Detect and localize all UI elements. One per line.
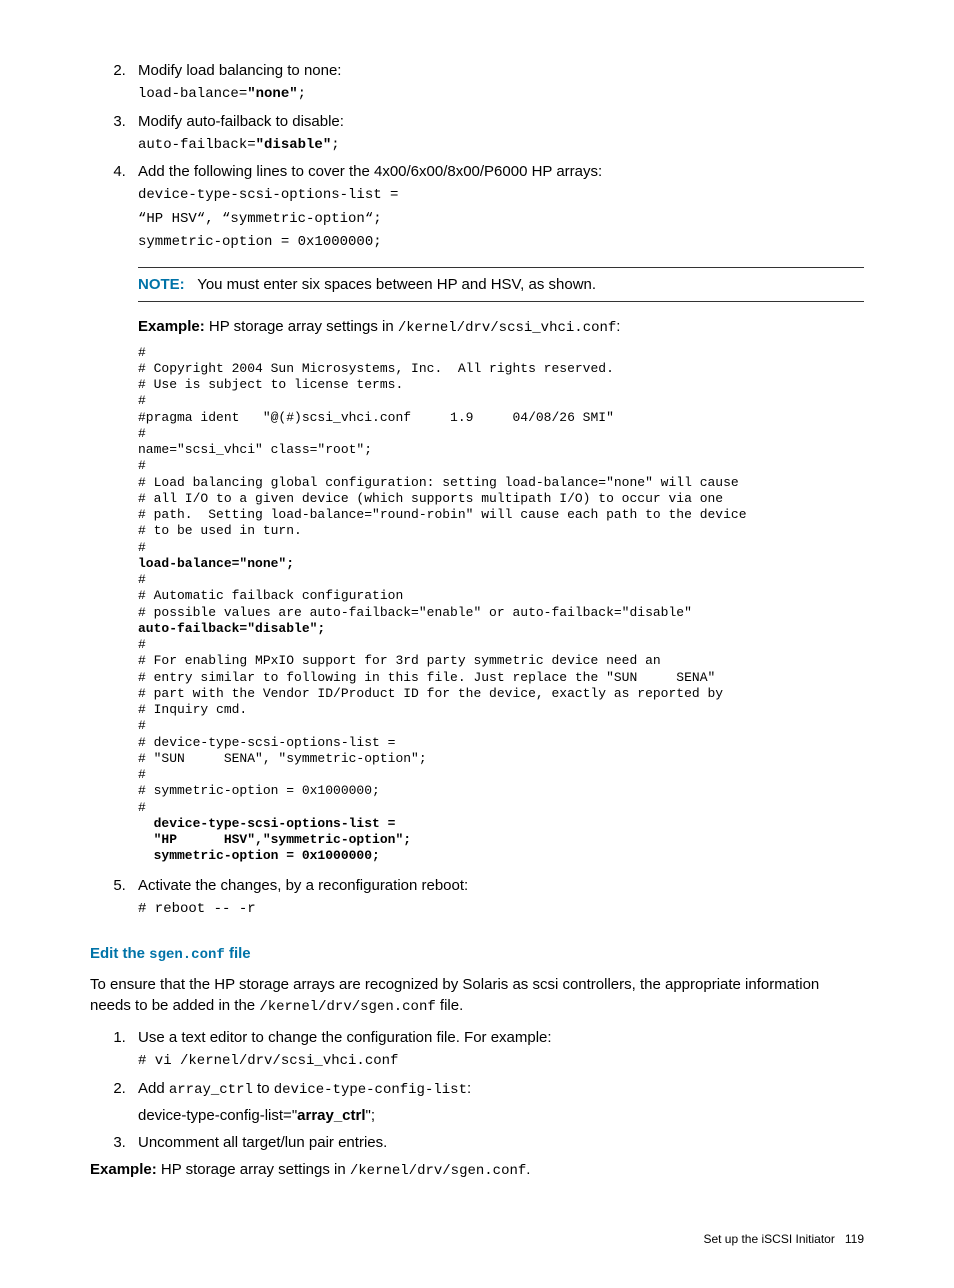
page-footer: Set up the iSCSI Initiator 119 [90, 1231, 864, 1248]
code-line: # vi /kernel/drv/scsi_vhci.conf [138, 1052, 864, 1072]
section-paragraph: To ensure that the HP storage arrays are… [90, 974, 864, 1018]
code-line: # reboot -- -r [138, 900, 864, 920]
list-item: Add array_ctrl to device-type-config-lis… [130, 1078, 864, 1126]
code-line: load-balance="none"; [138, 85, 864, 105]
section-heading: Edit the sgen.conf file [90, 943, 864, 966]
step-text: Modify auto-failback to disable: [138, 113, 344, 130]
code-line: “HP HSV“, “symmetric-option“; [138, 210, 864, 230]
example-line: Example: HP storage array settings in /k… [138, 316, 864, 339]
example-label: Example: [90, 1161, 157, 1178]
ordered-list-1: Modify load balancing to none: load-bala… [90, 60, 864, 253]
step-text: Modify load balancing to none: [138, 62, 341, 79]
list-item: Uncomment all target/lun pair entries. [130, 1132, 864, 1153]
list-item: Activate the changes, by a reconfigurati… [130, 875, 864, 920]
example-line: Example: HP storage array settings in /k… [90, 1159, 864, 1182]
divider [138, 267, 864, 268]
list-item: Add the following lines to cover the 4x0… [130, 161, 864, 253]
code-line: device-type-config-list="array_ctrl"; [138, 1105, 864, 1126]
note-label: NOTE: [138, 276, 185, 293]
list-item: Use a text editor to change the configur… [130, 1027, 864, 1072]
step-text: Uncomment all target/lun pair entries. [138, 1134, 387, 1151]
list-item: Modify auto-failback to disable: auto-fa… [130, 111, 864, 156]
ordered-list-1-cont: Activate the changes, by a reconfigurati… [90, 875, 864, 920]
note-text: You must enter six spaces between HP and… [197, 276, 596, 293]
example-label: Example: [138, 318, 205, 335]
divider [138, 301, 864, 302]
config-file-listing: # # Copyright 2004 Sun Microsystems, Inc… [138, 345, 864, 865]
note-block: NOTE: You must enter six spaces between … [138, 274, 864, 295]
step-text: Use a text editor to change the configur… [138, 1029, 552, 1046]
list-item: Modify load balancing to none: load-bala… [130, 60, 864, 105]
step-text: Add the following lines to cover the 4x0… [138, 163, 602, 180]
ordered-list-2: Use a text editor to change the configur… [90, 1027, 864, 1152]
code-line: auto-failback="disable"; [138, 136, 864, 156]
code-line: symmetric-option = 0x1000000; [138, 233, 864, 253]
page-number: 119 [845, 1232, 864, 1246]
step-text: Activate the changes, by a reconfigurati… [138, 877, 468, 894]
code-line: device-type-scsi-options-list = [138, 186, 864, 206]
